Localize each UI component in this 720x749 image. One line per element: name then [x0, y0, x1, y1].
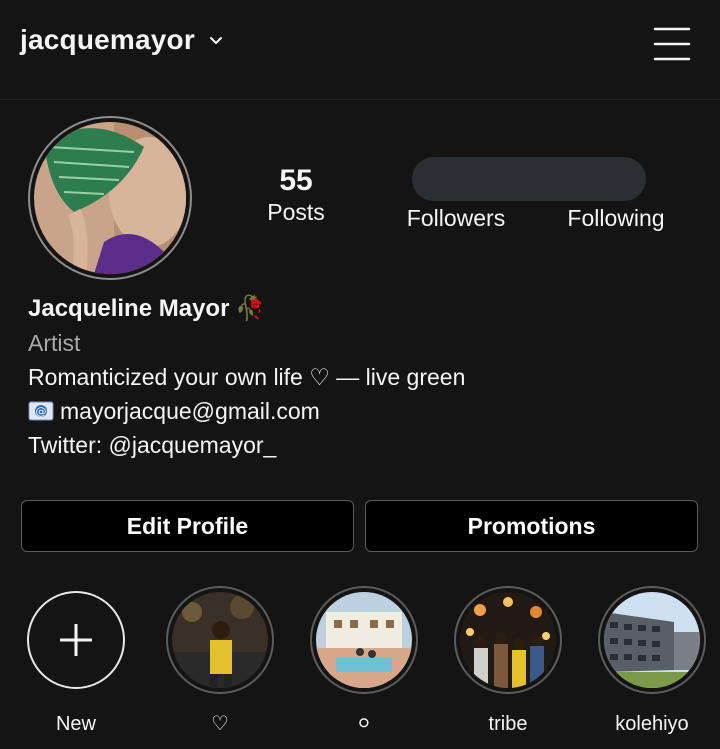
highlight-heart[interactable]: ♡ — [164, 586, 276, 736]
redacted-counts — [412, 157, 646, 201]
following-label: Following — [567, 205, 665, 231]
highlight-label: ⚪ — [355, 713, 373, 735]
highlight-ring — [166, 586, 274, 694]
twitter-handle[interactable]: Twitter: @jacquemayor_ — [28, 428, 688, 462]
highlight-ring — [454, 586, 562, 694]
edit-profile-button[interactable]: Edit Profile — [21, 500, 354, 552]
highlight-label: kolehiyo — [615, 713, 689, 735]
new-highlight-circle — [27, 591, 125, 689]
following-stat[interactable]: Following — [556, 204, 676, 232]
highlight-cover — [316, 592, 412, 688]
followers-label: Followers — [406, 205, 506, 231]
highlight-new[interactable]: New — [20, 586, 132, 736]
avatar-image — [34, 122, 186, 274]
highlight-circle[interactable]: ⚪ — [308, 586, 420, 736]
username: jacquemayor — [20, 24, 195, 55]
posts-label: Posts — [267, 199, 325, 225]
highlight-cover — [172, 592, 268, 688]
highlight-kolehiyo[interactable]: kolehiyo — [596, 586, 708, 736]
highlight-ring — [310, 586, 418, 694]
email-icon: @ — [28, 401, 54, 421]
highlight-cover — [460, 592, 556, 688]
chevron-down-icon — [209, 37, 222, 44]
top-bar: jacquemayor — [0, 0, 720, 100]
plus-icon — [60, 624, 92, 656]
highlight-label: ♡ — [211, 713, 229, 735]
rose-emoji: 🥀 — [235, 295, 266, 322]
highlight-cover — [604, 592, 700, 688]
posts-stat[interactable]: 55 Posts — [246, 164, 346, 226]
highlight-label: tribe — [488, 713, 528, 735]
profile-category: Artist — [28, 330, 81, 356]
posts-count: 55 — [279, 164, 313, 197]
promotions-button[interactable]: Promotions — [365, 500, 698, 552]
highlight-label: New — [55, 713, 96, 735]
hamburger-menu-icon[interactable] — [652, 26, 692, 62]
followers-stat[interactable]: Followers — [396, 204, 516, 232]
highlight-tribe[interactable]: tribe — [452, 586, 564, 736]
display-name-row: Jacqueline Mayor 🥀 — [28, 292, 688, 326]
bio-line: Romanticized your own life ♡ — live gree… — [28, 364, 466, 390]
highlight-ring — [598, 586, 706, 694]
svg-text:@: @ — [36, 405, 47, 418]
profile-avatar[interactable] — [28, 116, 192, 280]
account-switcher[interactable]: jacquemayor — [20, 24, 223, 56]
profile-bio: Jacqueline Mayor 🥀 Artist Romanticized y… — [28, 292, 688, 462]
display-name: Jacqueline Mayor — [28, 295, 230, 322]
email-link[interactable]: mayorjacque@gmail.com — [60, 394, 320, 428]
email-row[interactable]: @ mayorjacque@gmail.com — [28, 394, 688, 428]
